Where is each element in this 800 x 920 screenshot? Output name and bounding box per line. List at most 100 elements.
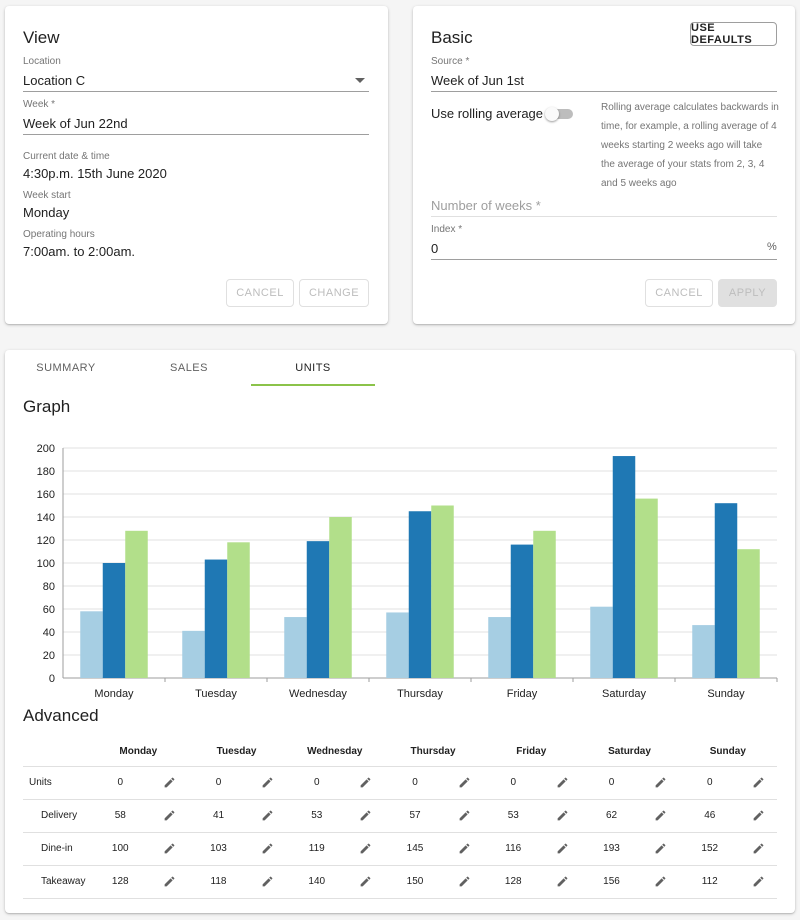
bar [737, 549, 760, 678]
table-cell-value: 145 [383, 831, 447, 865]
tab-summary[interactable]: SUMMARY [5, 362, 127, 374]
edit-cell [347, 864, 384, 899]
view-title: View [23, 28, 60, 47]
table-header-day: Wednesday [307, 746, 363, 758]
pencil-icon[interactable] [359, 842, 373, 856]
x-tick-label: Monday [94, 688, 134, 700]
tab-units[interactable]: UNITS [251, 362, 375, 374]
pencil-icon[interactable] [555, 842, 569, 856]
chevron-down-icon[interactable] [355, 78, 365, 83]
bar [204, 559, 228, 678]
rolling-average-toggle[interactable] [545, 106, 575, 122]
table-cell-value: 156 [580, 864, 643, 899]
basic-title: Basic [431, 28, 473, 47]
pencil-icon[interactable] [654, 809, 668, 823]
change-button[interactable]: CHANGE [299, 279, 369, 307]
help-line: and 5 weeks ago [601, 178, 677, 189]
table-row: Units 0 0 0 0 0 0 0 [23, 765, 777, 799]
current-datetime-value: 4:30p.m. 15th June 2020 [23, 166, 167, 181]
edit-cell [642, 765, 679, 799]
view-cancel-button[interactable]: CANCEL [226, 279, 294, 307]
pencil-icon[interactable] [654, 776, 668, 790]
current-datetime-label: Current date & time [23, 151, 110, 162]
edit-cell [544, 765, 581, 799]
table-header-day: Saturday [608, 746, 651, 758]
pencil-icon[interactable] [457, 842, 471, 856]
pencil-icon[interactable] [261, 809, 275, 823]
pencil-icon[interactable] [261, 776, 275, 790]
pencil-icon[interactable] [162, 875, 176, 889]
basic-cancel-button[interactable]: CANCEL [645, 279, 713, 307]
bar [284, 617, 307, 678]
pencil-icon[interactable] [555, 776, 569, 790]
pencil-icon[interactable] [752, 809, 766, 823]
x-tick-label: Saturday [602, 688, 647, 700]
graph-title: Graph [23, 397, 71, 416]
pencil-icon[interactable] [457, 809, 471, 823]
pencil-icon[interactable] [752, 875, 766, 889]
table-cell-value: 100 [89, 831, 152, 865]
location-label: Location [23, 56, 61, 67]
pencil-icon[interactable] [359, 776, 373, 790]
y-tick-label: 200 [37, 443, 55, 455]
x-tick-label: Wednesday [289, 688, 347, 700]
pencil-icon[interactable] [457, 776, 471, 790]
number-of-weeks-field[interactable]: Number of weeks * [431, 198, 777, 213]
table-cell-value: 193 [580, 831, 643, 865]
edit-cell [740, 798, 777, 832]
bar [408, 511, 432, 678]
help-line: weeks starting 2 weeks ago will take [601, 140, 763, 151]
row-label: Takeaway [23, 864, 90, 899]
x-tick-label: Sunday [707, 688, 745, 700]
week-field[interactable]: Week of Jun 22nd [23, 116, 369, 131]
bar [533, 530, 556, 678]
edit-cell [249, 765, 286, 799]
table-header-blank [23, 738, 89, 766]
source-field[interactable]: Week of Jun 1st [431, 73, 777, 88]
pencil-icon[interactable] [752, 842, 766, 856]
table-cell-value: 57 [383, 798, 447, 832]
week-label: Week * [23, 99, 56, 110]
y-tick-label: 180 [37, 466, 55, 478]
table-cell-value: 58 [89, 798, 152, 832]
bar [125, 530, 148, 678]
pencil-icon[interactable] [359, 875, 373, 889]
x-tick-label: Friday [507, 688, 538, 700]
edit-cell [249, 864, 286, 899]
table-cell-value: 0 [482, 765, 545, 799]
weeks-underline [431, 216, 777, 217]
pencil-icon[interactable] [555, 809, 569, 823]
bar [590, 606, 613, 678]
table-cell-value: 140 [285, 864, 348, 899]
bar [80, 611, 103, 678]
edit-cell [446, 864, 483, 899]
pencil-icon[interactable] [162, 776, 176, 790]
pencil-icon[interactable] [752, 776, 766, 790]
table-cell-value: 0 [89, 765, 152, 799]
tab-sales[interactable]: SALES [127, 362, 251, 374]
view-card: View Location Location C Week * Week of … [5, 6, 388, 324]
table-row: Takeaway 128 118 140 150 128 156 112 [23, 864, 777, 899]
pencil-icon[interactable] [162, 842, 176, 856]
rolling-average-label: Use rolling average [431, 106, 544, 121]
location-select[interactable]: Location C [23, 73, 369, 88]
pencil-icon[interactable] [457, 875, 471, 889]
bar [102, 563, 126, 678]
pencil-icon[interactable] [555, 875, 569, 889]
pencil-icon[interactable] [359, 809, 373, 823]
bar [329, 517, 352, 678]
pencil-icon[interactable] [261, 842, 275, 856]
bar [488, 617, 511, 678]
help-line: Rolling average calculates backwards in [601, 102, 779, 113]
pencil-icon[interactable] [162, 809, 176, 823]
index-field[interactable]: 0 [431, 241, 761, 256]
y-tick-label: 120 [37, 535, 55, 547]
edit-cell [151, 864, 188, 899]
apply-button[interactable]: APPLY [718, 279, 777, 307]
pencil-icon[interactable] [654, 842, 668, 856]
table-cell-value: 128 [482, 864, 545, 899]
pencil-icon[interactable] [654, 875, 668, 889]
use-defaults-button[interactable]: USE DEFAULTS [690, 22, 777, 46]
edit-cell [544, 831, 581, 865]
pencil-icon[interactable] [261, 875, 275, 889]
